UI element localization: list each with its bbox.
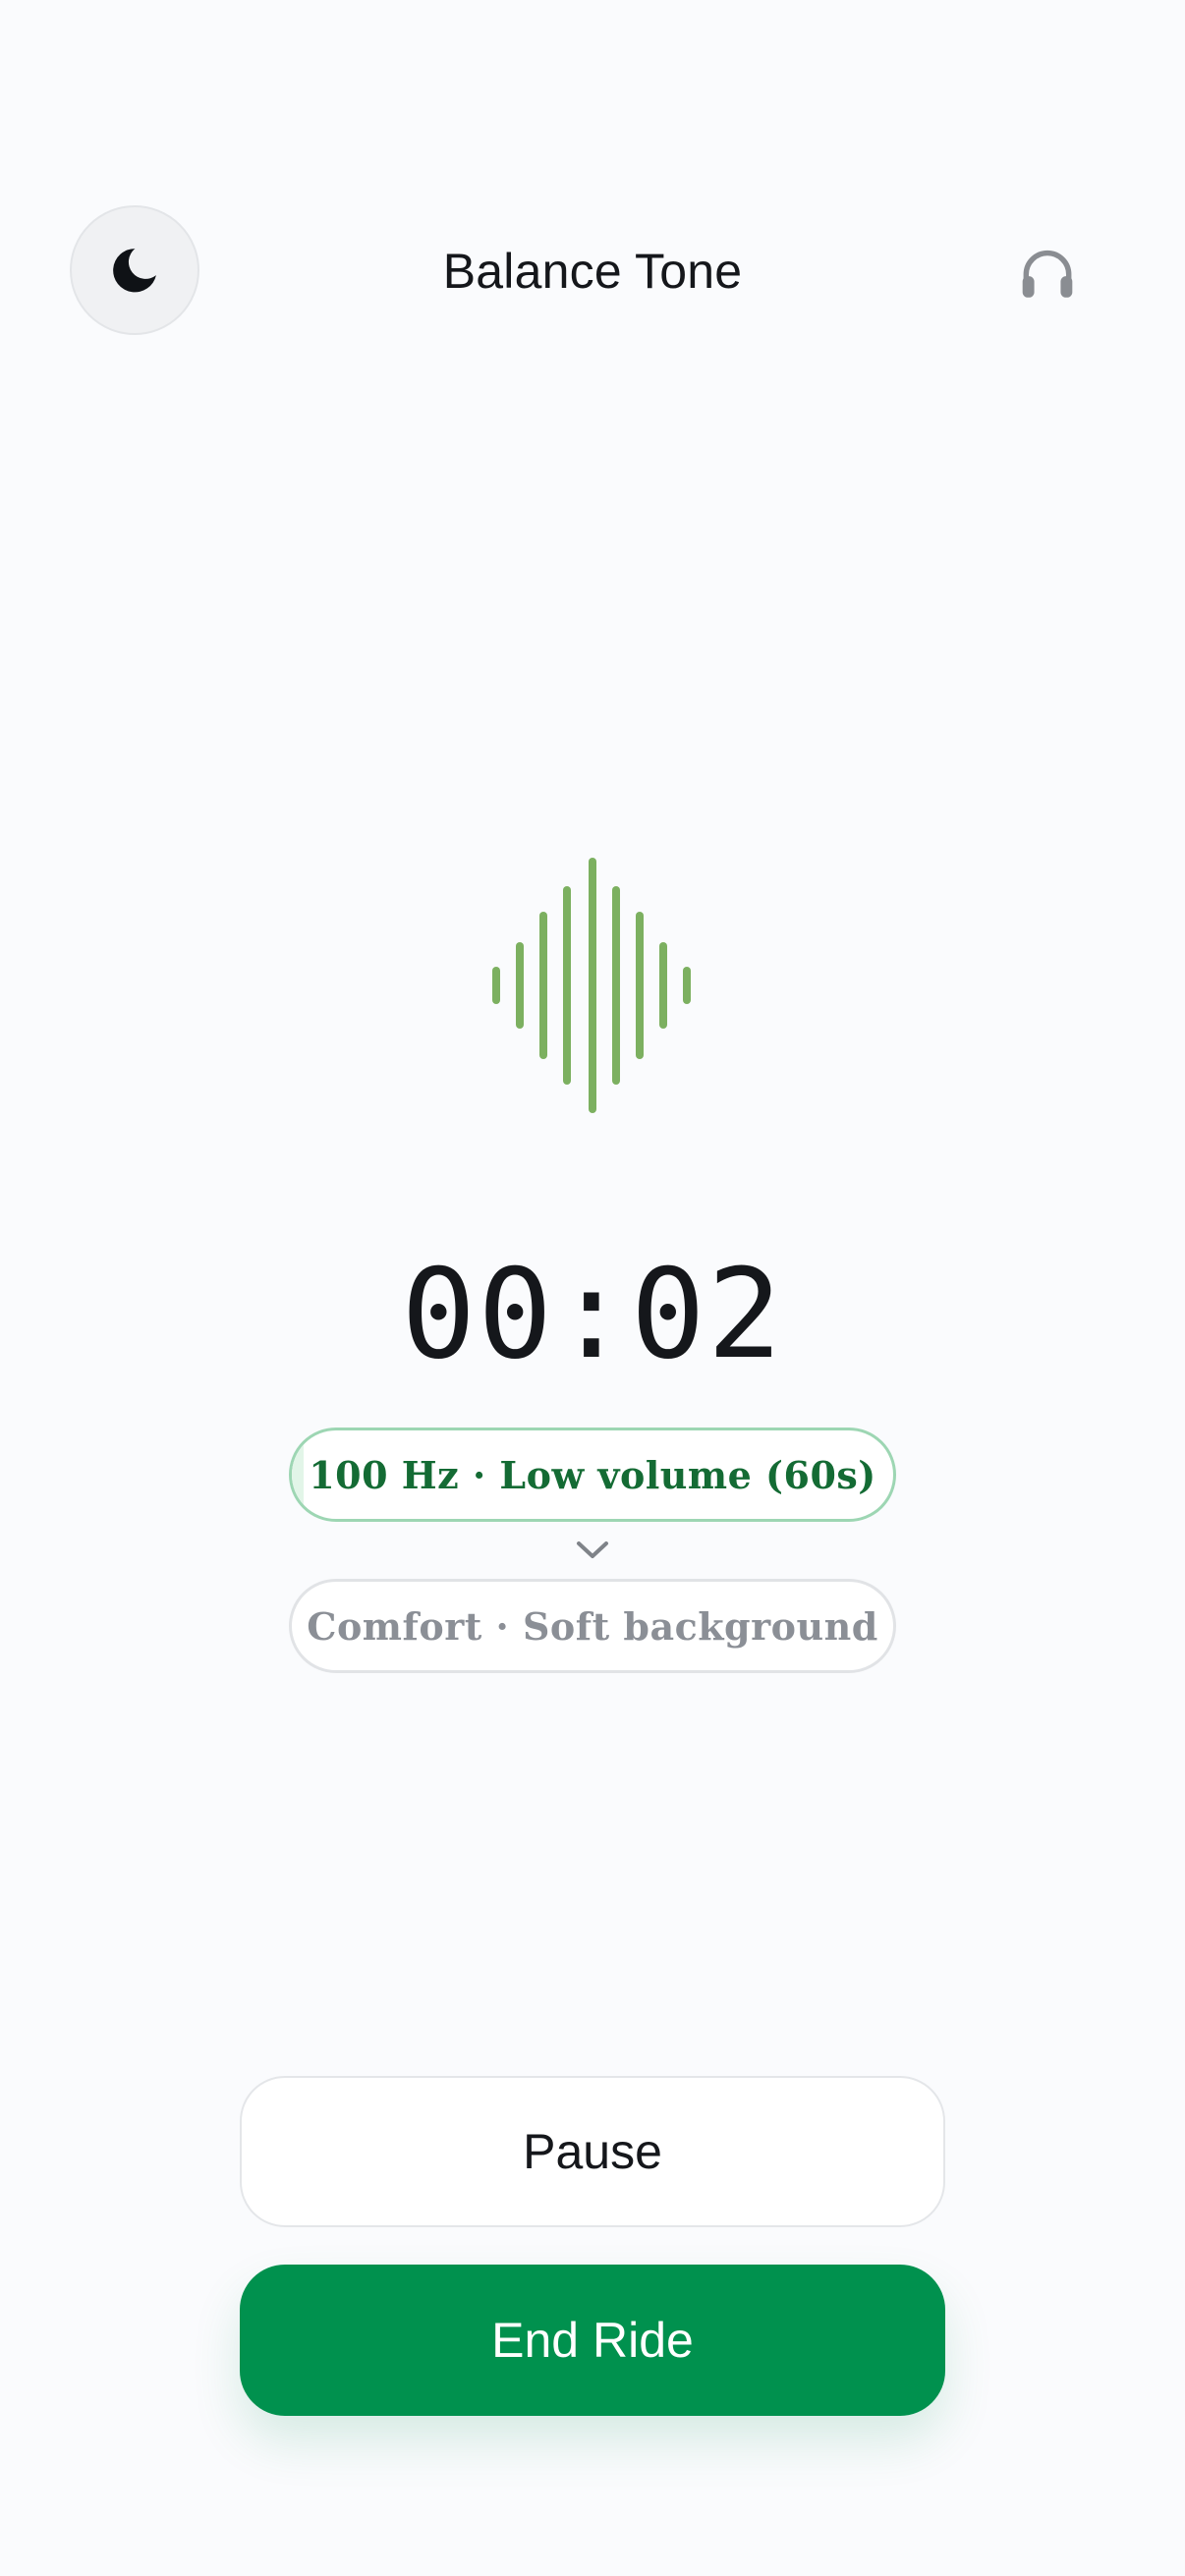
waveform-icon — [492, 858, 691, 1113]
next-phase-pill: Comfort · Soft background — [289, 1579, 896, 1673]
end-ride-button-label: End Ride — [491, 2313, 694, 2368]
end-ride-button[interactable]: End Ride — [240, 2265, 945, 2416]
phase-progress-fill — [292, 1430, 305, 1519]
current-phase-pill: 100 Hz · Low volume (60s) — [289, 1428, 896, 1522]
next-phase-label: Comfort · Soft background — [307, 1603, 878, 1649]
page-title: Balance Tone — [442, 244, 743, 299]
current-phase-label: 100 Hz · Low volume (60s) — [309, 1452, 876, 1497]
elapsed-timer: 00:02 — [401, 1242, 784, 1386]
pause-button[interactable]: Pause — [240, 2076, 945, 2227]
headphones-icon — [1022, 250, 1073, 298]
theme-toggle-button[interactable] — [70, 205, 199, 335]
audio-output-button[interactable] — [1006, 232, 1089, 314]
chevron-down-icon — [577, 1541, 608, 1558]
pause-button-label: Pause — [523, 2124, 662, 2179]
moon-icon — [113, 249, 156, 293]
